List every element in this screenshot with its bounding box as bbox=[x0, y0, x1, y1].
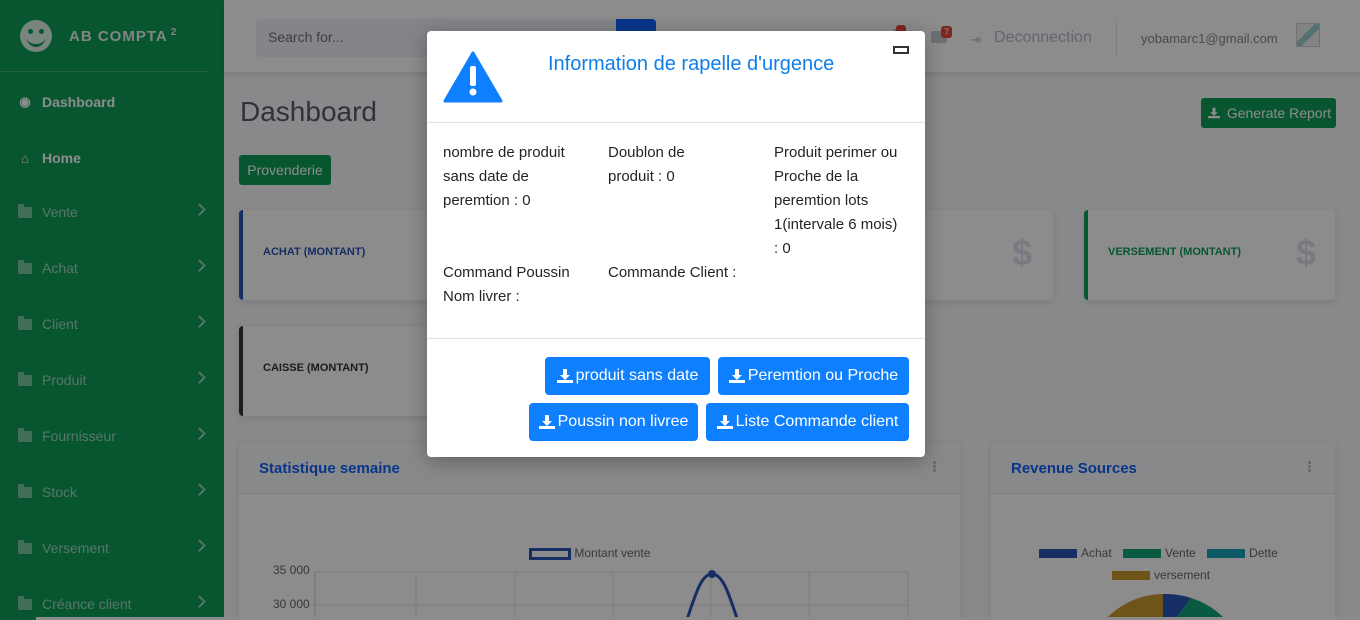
modal-header: Information de rapelle d'urgence bbox=[427, 31, 925, 123]
download-icon bbox=[728, 369, 745, 383]
modal-title: Information de rapelle d'urgence bbox=[548, 53, 835, 75]
button-label: produit sans date bbox=[575, 367, 699, 384]
button-label: Poussin non livree bbox=[557, 413, 689, 430]
info-poussin: Command Poussin Nom livrer : bbox=[443, 264, 570, 305]
button-label: Liste Commande client bbox=[735, 413, 899, 430]
minimize-icon[interactable] bbox=[893, 46, 909, 54]
info-produit-sans-date: nombre de produit sans date de peremtion… bbox=[443, 144, 565, 209]
download-produit-sans-date-button[interactable]: produit sans date bbox=[545, 357, 710, 395]
info-perime: Produit perimer ou Proche de la peremtio… bbox=[774, 144, 898, 257]
warning-icon bbox=[443, 51, 503, 103]
modal-body: nombre de produit sans date de peremtion… bbox=[427, 124, 925, 339]
download-icon bbox=[538, 415, 555, 429]
download-icon bbox=[716, 415, 733, 429]
download-poussin-button[interactable]: Poussin non livree bbox=[529, 403, 698, 441]
download-icon bbox=[556, 369, 573, 383]
button-label: Peremtion ou Proche bbox=[747, 367, 899, 384]
info-commande-client: Commande Client : bbox=[608, 264, 737, 281]
download-commande-client-button[interactable]: Liste Commande client bbox=[706, 403, 909, 441]
info-doublon: Doublon de produit : 0 bbox=[608, 144, 685, 185]
download-peremtion-button[interactable]: Peremtion ou Proche bbox=[718, 357, 909, 395]
alert-modal: Information de rapelle d'urgence nombre … bbox=[427, 31, 925, 457]
